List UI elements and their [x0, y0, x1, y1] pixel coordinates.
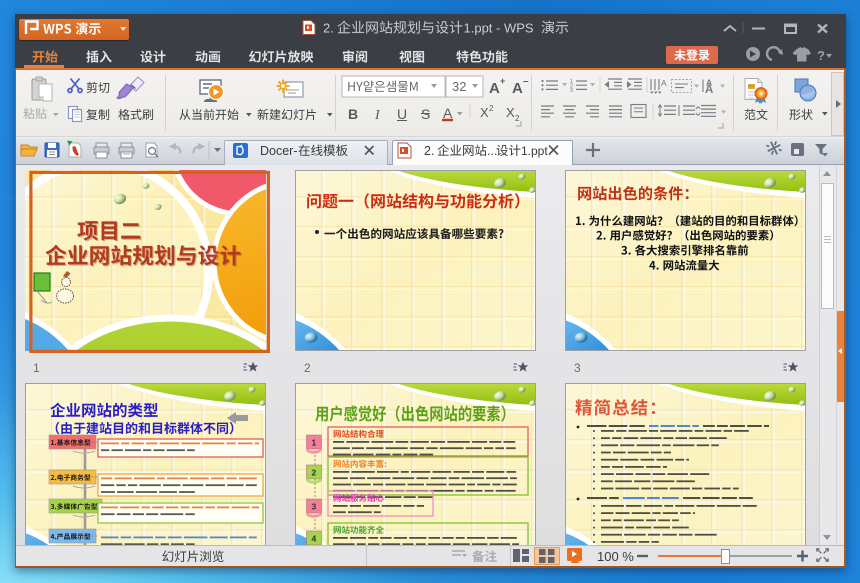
svg-text:A: A	[705, 84, 713, 96]
svg-text:4: 4	[312, 534, 317, 544]
svg-text:...: ...	[487, 144, 497, 158]
svg-text:A: A	[661, 78, 667, 88]
svg-text:2.: 2.	[323, 21, 334, 36]
svg-text:–: –	[523, 76, 529, 87]
svg-text:+: +	[500, 76, 505, 86]
svg-text:?: ?	[817, 48, 825, 63]
svg-text:X: X	[480, 105, 489, 120]
svg-text:A: A	[489, 80, 500, 97]
svg-text:A: A	[512, 80, 523, 97]
svg-text:3: 3	[312, 502, 317, 512]
svg-text:Docer-: Docer-	[260, 144, 298, 158]
svg-text:B: B	[348, 106, 358, 122]
svg-text:A: A	[443, 105, 453, 121]
svg-text:2: 2	[489, 104, 494, 113]
svg-text:1: 1	[312, 438, 317, 448]
svg-text:3: 3	[570, 88, 573, 94]
svg-text:1.ppt - WPS: 1.ppt - WPS	[464, 21, 534, 36]
svg-text:U: U	[397, 106, 407, 122]
svg-text:I: I	[374, 108, 381, 123]
svg-text:2.: 2.	[424, 144, 434, 158]
svg-text:2: 2	[312, 468, 317, 478]
svg-text:1.ppt: 1.ppt	[521, 144, 548, 158]
svg-text:2: 2	[515, 114, 520, 123]
svg-text:32: 32	[452, 79, 466, 94]
svg-text:100 %: 100 %	[597, 549, 634, 564]
svg-text:X: X	[506, 105, 515, 120]
